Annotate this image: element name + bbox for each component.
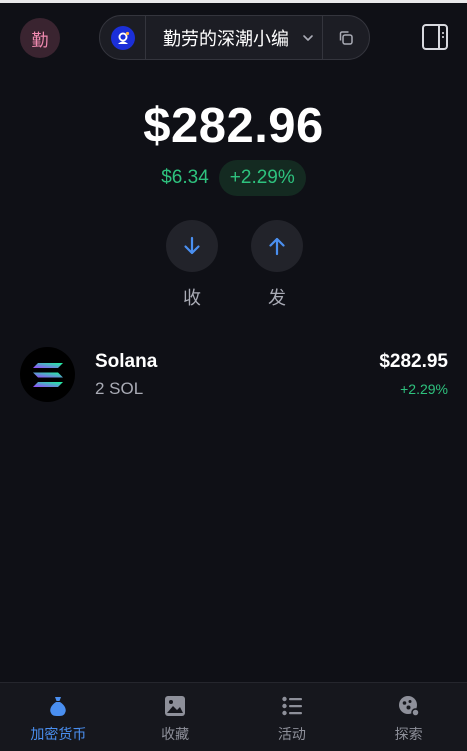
receive-action[interactable]: 收 [166, 220, 218, 310]
bottom-nav: 加密货币 收藏 活动 探索 [0, 682, 467, 751]
top-border [0, 0, 467, 3]
send-label: 发 [268, 288, 286, 308]
astronaut-icon [110, 25, 135, 50]
token-name: Solana [95, 351, 158, 372]
avatar[interactable]: 勤 [20, 18, 60, 58]
account-icon-section[interactable] [100, 16, 146, 59]
nav-label-crypto: 加密货币 [30, 726, 87, 742]
change-amount: $6.34 [161, 167, 209, 188]
receive-label: 收 [183, 288, 201, 308]
arrow-down-icon [184, 236, 200, 255]
image-icon [163, 694, 187, 718]
nav-label-explore: 探索 [394, 726, 423, 742]
send-button[interactable] [251, 220, 303, 272]
nav-item-collectibles[interactable]: 收藏 [117, 683, 234, 751]
nav-label-activity: 活动 [277, 726, 306, 742]
list-icon [280, 694, 304, 718]
account-selector[interactable]: 勤劳的深潮小编 [99, 15, 370, 60]
chevron-down-icon [303, 34, 313, 41]
change-percent-badge: +2.29% [218, 160, 306, 196]
balance-change: $6.34 +2.29% [0, 160, 467, 196]
token-value: $282.95 [379, 351, 448, 372]
solana-logo-icon [20, 347, 75, 402]
send-action[interactable]: 发 [251, 220, 303, 310]
nav-item-crypto[interactable]: 加密货币 [0, 683, 117, 751]
nav-label-collectibles: 收藏 [161, 726, 190, 742]
avatar-initial: 勤 [31, 30, 49, 50]
account-name: 勤劳的深潮小编 [163, 28, 289, 49]
token-change: +2.29% [400, 381, 448, 397]
nav-item-activity[interactable]: 活动 [234, 683, 351, 751]
arrow-up-icon [269, 237, 285, 256]
money-bag-icon [46, 694, 70, 718]
nav-item-explore[interactable]: 探索 [350, 683, 467, 751]
side-panel-icon[interactable] [421, 23, 449, 51]
token-row-solana[interactable]: Solana 2 SOL $282.95 +2.29% [20, 347, 448, 403]
copy-icon [339, 30, 353, 45]
receive-button[interactable] [166, 220, 218, 272]
account-name-section[interactable]: 勤劳的深潮小编 [146, 16, 323, 59]
total-balance: $282.96 [143, 99, 324, 153]
copy-address-button[interactable] [323, 16, 369, 59]
token-amount: 2 SOL [95, 379, 144, 398]
explore-icon [397, 694, 421, 718]
